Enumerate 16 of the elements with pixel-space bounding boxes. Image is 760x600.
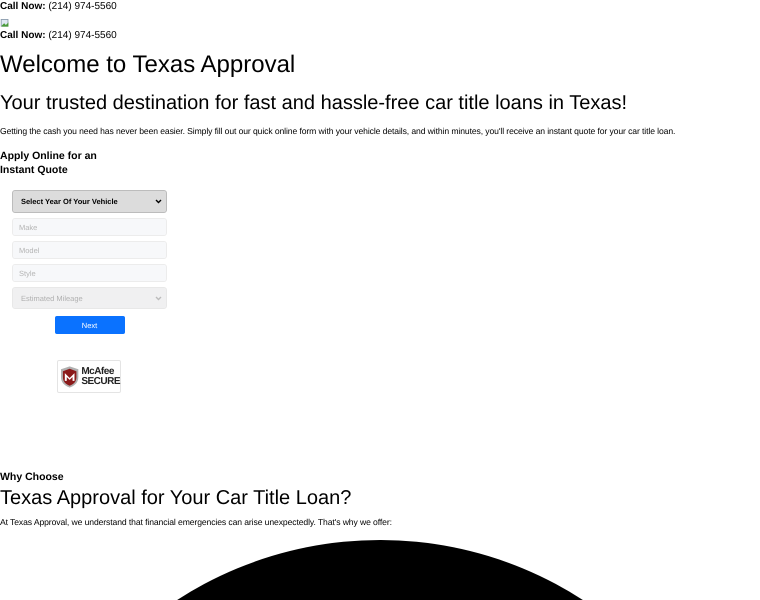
phone-line: Call Now: (214) 974-5560 (0, 1, 118, 13)
section-kicker: Why Choose (0, 470, 65, 484)
page-title: Welcome to Texas Approval (0, 51, 296, 80)
badge-label: SECURE (81, 376, 120, 387)
chevron-icon (155, 296, 162, 301)
page-subtitle: Your trusted destination for fast and hassle-free car title loans in Texas! (0, 91, 628, 116)
phone-line: Call Now: (214) 974-5560 (0, 30, 118, 42)
section-heading: Texas Approval for Your Car Title Loan? (0, 486, 352, 510)
broken-image-icon (0, 19, 10, 28)
brand-text: McAfee (81, 366, 115, 377)
intro-text: Getting the cash you need has never been easier. Simply fill out our quick online form with your vehicle details, and within minutes, you'll receive an instant quote for your car title loan. (0, 125, 676, 138)
shield-icon (60, 364, 80, 389)
form-heading: Instant Quote (0, 163, 69, 178)
section-text: At Texas Approval, we understand that financial emergencies can arise unexpectedly. That's why we offer: (0, 516, 393, 528)
chevron-icon (155, 199, 162, 204)
form-heading: Apply Online for an (0, 149, 98, 164)
